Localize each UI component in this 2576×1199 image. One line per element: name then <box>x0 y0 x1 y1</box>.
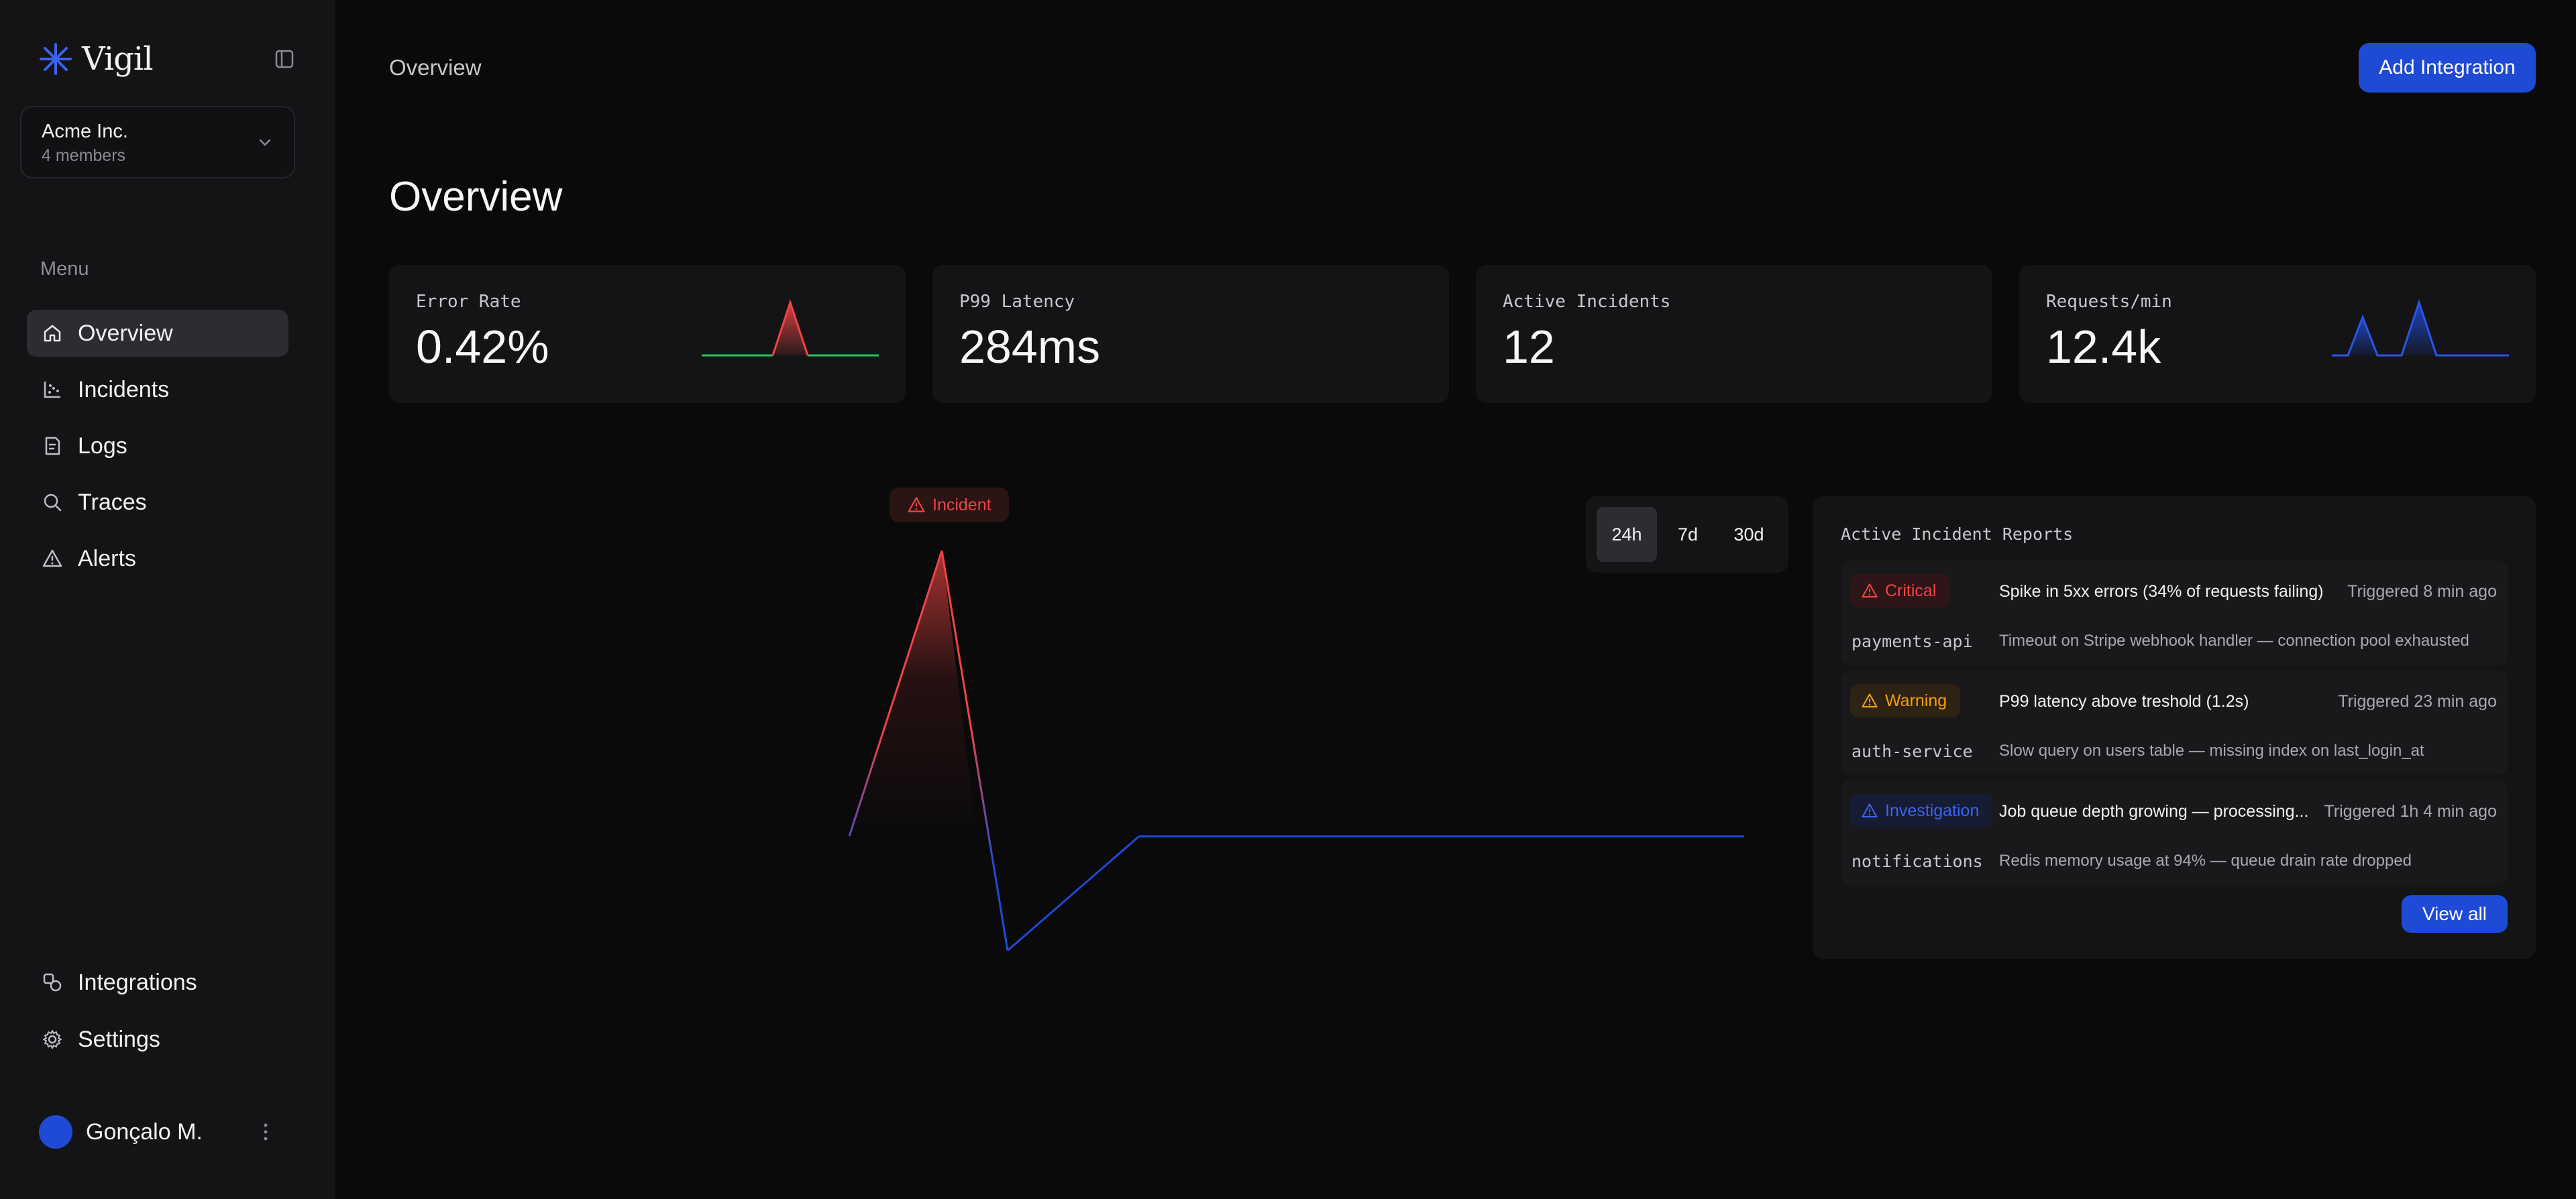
severity-label: Investigation <box>1885 801 1980 820</box>
report-description: Timeout on Stripe webhook handler — conn… <box>1999 632 2469 650</box>
incident-label: Incident <box>932 495 991 514</box>
gear-icon <box>40 1027 64 1051</box>
report-title: Spike in 5xx errors (34% of requests fai… <box>1999 582 2324 601</box>
warning-triangle-icon <box>908 497 925 512</box>
report-service: notifications <box>1851 852 1983 871</box>
report-title: P99 latency above treshold (1.2s) <box>1999 692 2249 711</box>
sidebar-item-label: Settings <box>78 1026 160 1052</box>
user-profile[interactable]: Gonçalo M. <box>39 1115 301 1149</box>
stat-card-error-rate[interactable]: Error Rate 0.42% <box>389 265 906 403</box>
warning-triangle-icon <box>1862 803 1878 817</box>
stat-card-active-incidents[interactable]: Active Incidents 12 <box>1476 265 1992 403</box>
stat-value: 0.42% <box>416 321 549 373</box>
panel-title: Active Incident Reports <box>1841 524 2074 544</box>
user-name: Gonçalo M. <box>86 1119 203 1145</box>
sidebar-item-alerts[interactable]: Alerts <box>27 535 288 582</box>
asterisk-logo-icon <box>40 43 72 75</box>
sidebar-item-label: Alerts <box>78 545 136 571</box>
report-description: Redis memory usage at 94% — queue drain … <box>1999 852 2412 870</box>
view-all-button[interactable]: View all <box>2402 895 2508 933</box>
sidebar-item-settings[interactable]: Settings <box>27 1016 288 1063</box>
home-icon <box>40 321 64 345</box>
logo[interactable]: Vigil <box>39 40 154 78</box>
stat-label: Active Incidents <box>1503 292 1671 312</box>
report-service: payments-api <box>1851 632 1973 651</box>
report-service: auth-service <box>1851 742 1973 761</box>
report-time: Triggered 23 min ago <box>2338 692 2497 711</box>
sidebar-item-logs[interactable]: Logs <box>27 422 288 469</box>
collapse-sidebar-icon[interactable] <box>272 47 297 71</box>
severity-label: Warning <box>1885 691 1947 710</box>
warning-triangle-icon <box>40 547 64 571</box>
severity-label: Critical <box>1885 581 1937 600</box>
report-time: Triggered 1h 4 min ago <box>2324 802 2497 821</box>
stat-label: P99 Latency <box>959 292 1075 312</box>
add-integration-button[interactable]: Add Integration <box>2359 43 2536 93</box>
incident-report-row[interactable]: Investigation Job queue depth growing — … <box>1841 781 2508 885</box>
org-name: Acme Inc. <box>42 121 128 142</box>
menu-label: Menu <box>40 258 89 280</box>
document-icon <box>40 434 64 458</box>
warning-triangle-icon <box>1862 583 1878 597</box>
sidebar-item-traces[interactable]: Traces <box>27 479 288 526</box>
app-name: Vigil <box>82 40 154 78</box>
stat-label: Error Rate <box>416 292 521 312</box>
range-30d-button[interactable]: 30d <box>1719 507 1779 562</box>
severity-badge-investigation: Investigation <box>1850 794 1993 827</box>
error-rate-sparkline <box>702 299 879 357</box>
org-switcher[interactable]: Acme Inc. 4 members <box>20 106 295 178</box>
stat-card-requests[interactable]: Requests/min 12.4k <box>2019 265 2536 403</box>
sidebar-item-label: Logs <box>78 433 127 459</box>
stat-value: 12 <box>1503 321 1555 373</box>
more-vertical-icon[interactable] <box>254 1120 278 1144</box>
sidebar-item-integrations[interactable]: Integrations <box>27 959 288 1006</box>
chevron-down-icon <box>256 134 274 155</box>
org-members: 4 members <box>42 146 126 165</box>
range-7d-button[interactable]: 7d <box>1661 507 1715 562</box>
sidebar-item-overview[interactable]: Overview <box>27 310 288 357</box>
stat-value: 284ms <box>959 321 1101 373</box>
recovery-line <box>1007 835 1140 952</box>
sidebar-item-label: Incidents <box>78 376 170 402</box>
report-time: Triggered 8 min ago <box>2347 582 2497 601</box>
severity-badge-warning: Warning <box>1850 684 1961 718</box>
severity-badge-critical: Critical <box>1850 574 1950 608</box>
spike-area <box>849 551 977 837</box>
time-range-selector: 24h 7d 30d <box>1586 496 1788 573</box>
warning-triangle-icon <box>1862 693 1878 707</box>
sidebar: Vigil Acme Inc. 4 members Menu Overview … <box>0 0 335 1199</box>
incident-report-row[interactable]: Warning P99 latency above treshold (1.2s… <box>1841 671 2508 775</box>
sidebar-item-label: Integrations <box>78 969 197 995</box>
breadcrumb: Overview <box>389 55 482 80</box>
incident-annotation[interactable]: Incident <box>890 488 1009 522</box>
stat-value: 12.4k <box>2046 321 2161 373</box>
stat-card-p99-latency[interactable]: P99 Latency 284ms <box>932 265 1449 403</box>
report-title: Job queue depth growing — processing... <box>1999 802 2309 821</box>
requests-sparkline <box>2332 299 2509 357</box>
sidebar-item-incidents[interactable]: Incidents <box>27 366 288 413</box>
incident-reports-panel: Active Incident Reports Critical Spike i… <box>1813 496 2536 959</box>
integrations-icon <box>40 970 64 994</box>
search-icon <box>40 490 64 514</box>
incident-report-row[interactable]: Critical Spike in 5xx errors (34% of req… <box>1841 561 2508 665</box>
stat-label: Requests/min <box>2046 292 2172 312</box>
page-title: Overview <box>389 174 563 220</box>
scatter-chart-icon <box>40 378 64 402</box>
range-24h-button[interactable]: 24h <box>1597 507 1657 562</box>
sidebar-item-label: Traces <box>78 489 147 515</box>
report-description: Slow query on users table — missing inde… <box>1999 742 2424 760</box>
avatar <box>39 1115 72 1149</box>
sidebar-item-label: Overview <box>78 320 173 346</box>
